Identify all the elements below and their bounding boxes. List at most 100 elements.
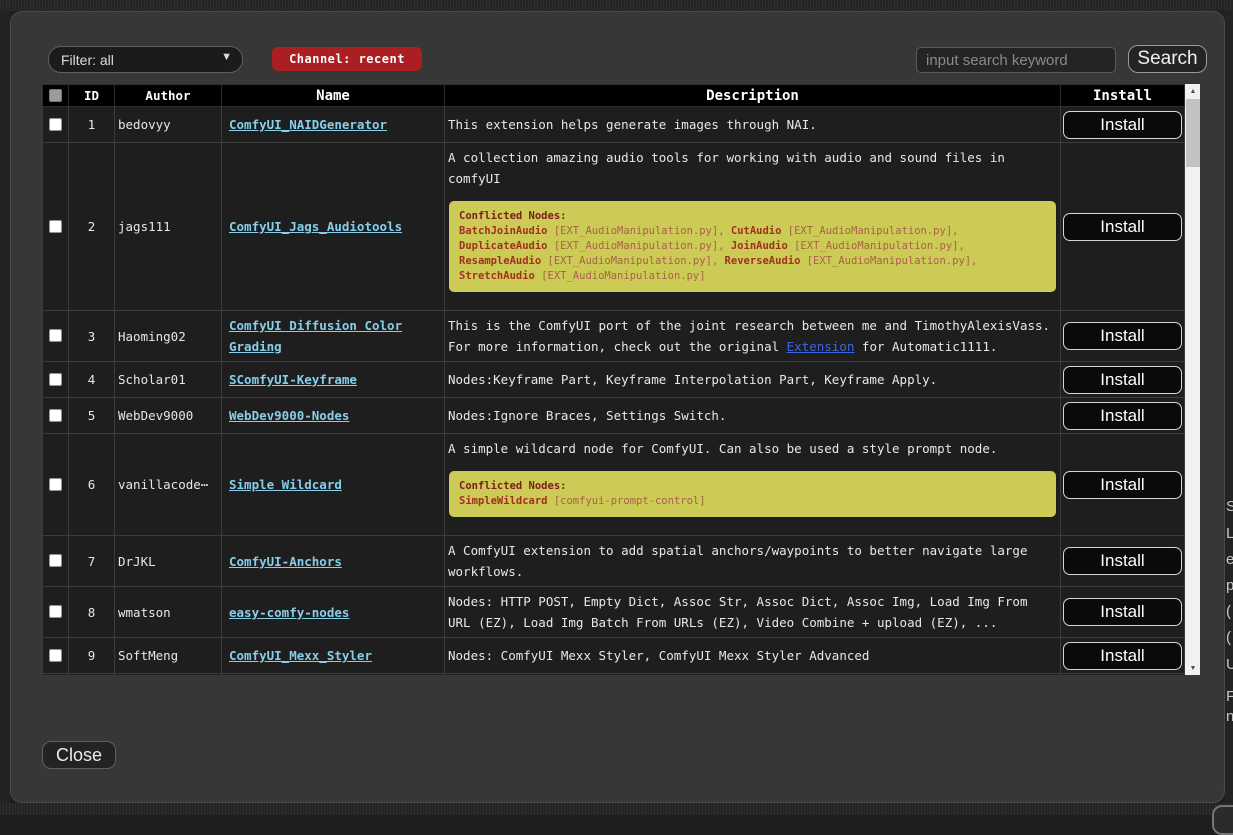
- row-checkbox-cell: [43, 638, 69, 674]
- background-edge-letter: U: [1226, 656, 1233, 673]
- select-all-checkbox[interactable]: [49, 89, 62, 102]
- row-name-cell: WebDev9000-Nodes: [222, 398, 445, 434]
- row-description-cell: Nodes: ComfyUI Mexx Styler, ComfyUI Mexx…: [445, 638, 1061, 674]
- background-edge-letter: F: [1226, 688, 1233, 705]
- row-install-cell: Install: [1061, 674, 1185, 676]
- row-description: Nodes: HTTP POST, Empty Dict, Assoc Str,…: [447, 589, 1058, 635]
- row-author: wmatson: [115, 587, 222, 638]
- row-checkbox[interactable]: [49, 118, 62, 131]
- row-checkbox[interactable]: [49, 329, 62, 342]
- row-description-cell: A simple wildcard node for ComfyUI. Can …: [445, 434, 1061, 536]
- row-description-cell: A collection amazing audio tools for wor…: [445, 143, 1061, 311]
- conflicted-nodes-box: Conflicted Nodes:BatchJoinAudio [EXT_Aud…: [449, 201, 1056, 292]
- row-author: zcfrank1st: [115, 674, 222, 676]
- row-description: A collection amazing audio tools for wor…: [447, 145, 1058, 191]
- description-link[interactable]: Extension: [787, 339, 855, 354]
- scroll-down-arrow-icon[interactable]: ▼: [1185, 661, 1200, 675]
- background-edge-letter: p: [1226, 577, 1233, 594]
- row-checkbox[interactable]: [49, 649, 62, 662]
- row-name-cell: ComfyUI_NAIDGenerator: [222, 107, 445, 143]
- close-button[interactable]: Close: [42, 741, 116, 769]
- filter-select[interactable]: Filter: all: [48, 46, 243, 73]
- row-checkbox-cell: [43, 674, 69, 676]
- table-row: 10zcfrank1stComfyUI Yolov8Nodes: Yolov8D…: [43, 674, 1185, 676]
- row-name-cell: Simple Wildcard: [222, 434, 445, 536]
- scrollbar-thumb[interactable]: [1186, 99, 1200, 167]
- header-name: Name: [222, 85, 445, 107]
- row-author: WebDev9000: [115, 398, 222, 434]
- row-install-cell: Install: [1061, 536, 1185, 587]
- install-button[interactable]: Install: [1063, 213, 1182, 241]
- row-checkbox[interactable]: [49, 373, 62, 386]
- row-install-cell: Install: [1061, 143, 1185, 311]
- conflict-node-file: [EXT_AudioManipulation.py]: [807, 255, 971, 267]
- install-button[interactable]: Install: [1063, 402, 1182, 430]
- row-author: DrJKL: [115, 536, 222, 587]
- install-button[interactable]: Install: [1063, 598, 1182, 626]
- background-edge-letter: e: [1226, 551, 1233, 568]
- row-install-cell: Install: [1061, 587, 1185, 638]
- custom-nodes-installer-dialog: Filter: all ▼ Channel: recent Search ID …: [10, 11, 1225, 803]
- row-checkbox[interactable]: [49, 220, 62, 233]
- row-name-cell: ComfyUI_Mexx_Styler: [222, 638, 445, 674]
- row-name-cell: ComfyUI_Jags_Audiotools: [222, 143, 445, 311]
- extension-name-link[interactable]: easy-comfy-nodes: [229, 605, 349, 620]
- row-id: 9: [69, 638, 115, 674]
- install-button[interactable]: Install: [1063, 366, 1182, 394]
- extension-name-link[interactable]: Simple Wildcard: [229, 477, 342, 492]
- row-description: Nodes: ComfyUI Mexx Styler, ComfyUI Mexx…: [447, 643, 1058, 668]
- extension-name-link[interactable]: ComfyUI_Jags_Audiotools: [229, 219, 402, 234]
- row-description: This is the ComfyUI port of the joint re…: [447, 313, 1058, 359]
- row-description-cell: Nodes: HTTP POST, Empty Dict, Assoc Str,…: [445, 587, 1061, 638]
- conflict-title: Conflicted Nodes:: [459, 209, 1046, 224]
- extension-name-link[interactable]: ComfyUI-Anchors: [229, 554, 342, 569]
- extension-name-link[interactable]: WebDev9000-Nodes: [229, 408, 349, 423]
- extension-name-link[interactable]: SComfyUI-Keyframe: [229, 372, 357, 387]
- row-checkbox[interactable]: [49, 478, 62, 491]
- conflict-list: BatchJoinAudio [EXT_AudioManipulation.py…: [459, 224, 1046, 284]
- extension-name-link[interactable]: ComfyUI Diffusion Color Grading: [229, 318, 402, 354]
- table-body: 1bedovyyComfyUI_NAIDGeneratorThis extens…: [43, 107, 1185, 676]
- row-checkbox-cell: [43, 143, 69, 311]
- row-id: 8: [69, 587, 115, 638]
- conflict-node-file: [EXT_AudioManipulation.py]: [554, 225, 718, 237]
- search-button[interactable]: Search: [1128, 45, 1207, 73]
- row-description-cell: This extension helps generate images thr…: [445, 107, 1061, 143]
- row-install-cell: Install: [1061, 638, 1185, 674]
- install-button[interactable]: Install: [1063, 471, 1182, 499]
- row-description: Nodes:Ignore Braces, Settings Switch.: [447, 403, 1058, 428]
- channel-badge[interactable]: Channel: recent: [272, 47, 422, 71]
- row-checkbox-cell: [43, 434, 69, 536]
- install-button[interactable]: Install: [1063, 111, 1182, 139]
- install-button[interactable]: Install: [1063, 547, 1182, 575]
- conflict-node-name: CutAudio: [731, 225, 782, 237]
- row-author: Haoming02: [115, 311, 222, 362]
- select-all-header: [43, 85, 69, 107]
- extension-name-link[interactable]: ComfyUI_NAIDGenerator: [229, 117, 387, 132]
- extension-name-link[interactable]: ComfyUI_Mexx_Styler: [229, 648, 372, 663]
- background-edge-letter: (: [1226, 603, 1231, 620]
- row-id: 10: [69, 674, 115, 676]
- background-edge-letter: L: [1226, 525, 1233, 542]
- row-install-cell: Install: [1061, 311, 1185, 362]
- install-button[interactable]: Install: [1063, 322, 1182, 350]
- conflict-node-file: [EXT_AudioManipulation.py]: [541, 270, 705, 282]
- table-row: 2jags111ComfyUI_Jags_AudiotoolsA collect…: [43, 143, 1185, 311]
- filter-dropdown[interactable]: Filter: all ▼: [48, 46, 243, 73]
- table-scrollbar[interactable]: ▲ ▼: [1185, 84, 1200, 675]
- install-button[interactable]: Install: [1063, 642, 1182, 670]
- row-checkbox[interactable]: [49, 605, 62, 618]
- row-id: 5: [69, 398, 115, 434]
- row-description: Nodes:Keyframe Part, Keyframe Interpolat…: [447, 367, 1058, 392]
- conflict-list: SimpleWildcard [comfyui-prompt-control]: [459, 494, 1046, 509]
- row-description: This extension helps generate images thr…: [447, 112, 1058, 137]
- scroll-up-arrow-icon[interactable]: ▲: [1185, 84, 1200, 98]
- row-checkbox[interactable]: [49, 554, 62, 567]
- search-input[interactable]: [916, 47, 1116, 73]
- row-install-cell: Install: [1061, 434, 1185, 536]
- row-id: 2: [69, 143, 115, 311]
- row-checkbox[interactable]: [49, 409, 62, 422]
- header-id: ID: [69, 85, 115, 107]
- row-checkbox-cell: [43, 536, 69, 587]
- row-id: 1: [69, 107, 115, 143]
